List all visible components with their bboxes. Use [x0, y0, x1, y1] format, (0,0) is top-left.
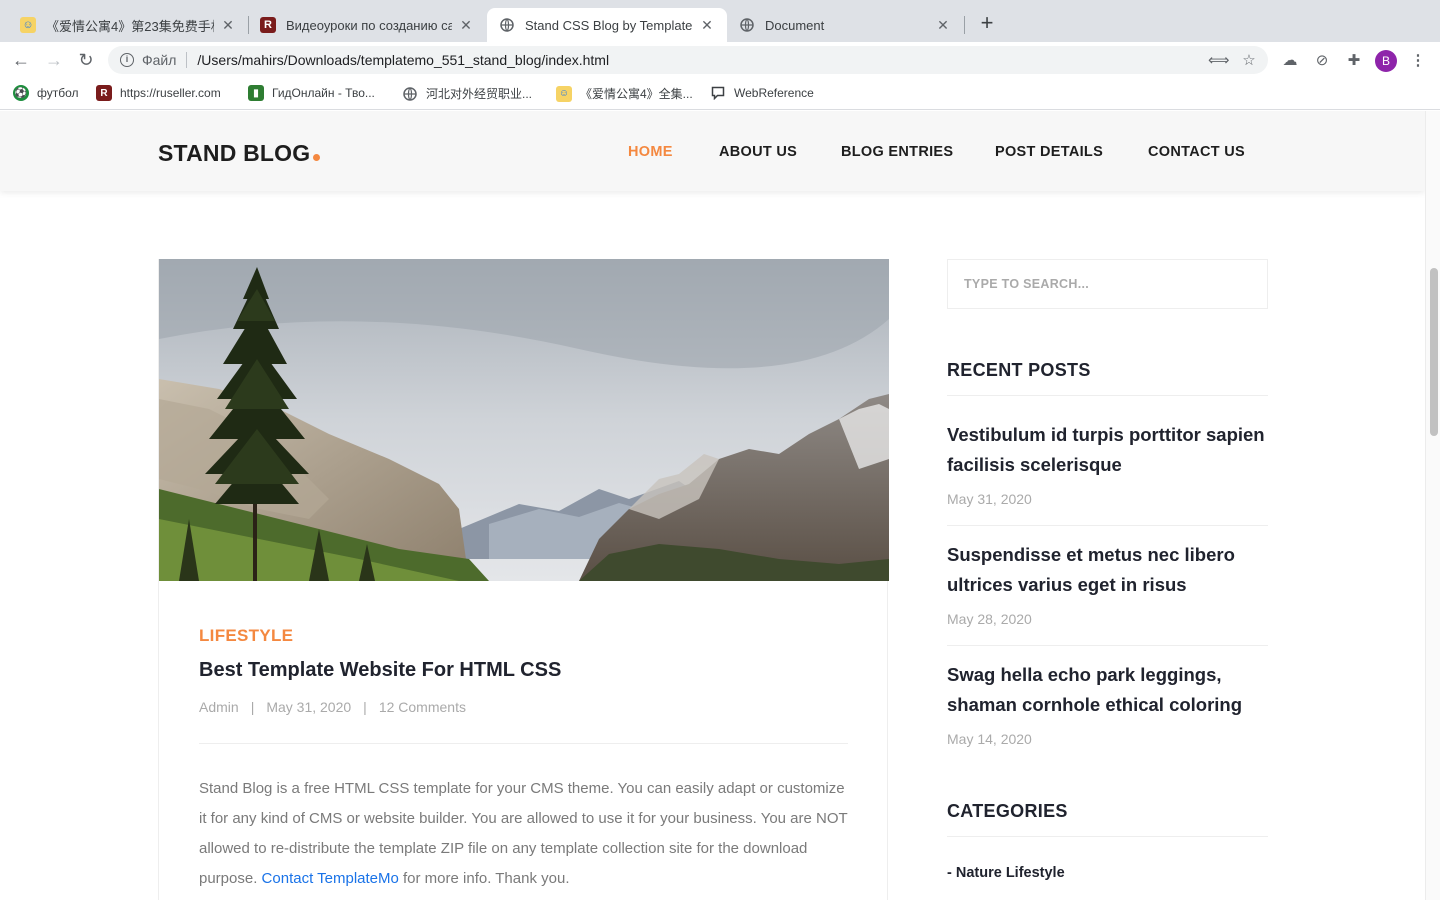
divider — [947, 395, 1268, 396]
scrollbar-thumb[interactable] — [1430, 268, 1438, 436]
nav-blog-entries[interactable]: BLOG ENTRIES — [841, 144, 953, 160]
post-title[interactable]: Best Template Website For HTML CSS — [199, 659, 561, 682]
protocol-label: Файл — [142, 52, 177, 68]
back-arrow-icon[interactable]: ← — [10, 49, 32, 71]
menu-dots-icon[interactable]: ⋮ — [1408, 51, 1428, 71]
info-icon[interactable]: i — [120, 53, 134, 67]
divider — [199, 743, 848, 744]
cartoon-favicon-icon: ☺ — [20, 17, 36, 33]
r-letter-favicon-icon: R — [260, 17, 276, 33]
tab-2[interactable]: R Видеоуроки по созданию сайтов ✕ — [248, 8, 486, 42]
cartoon-favicon-icon: ☺ — [556, 85, 572, 102]
translate-icon[interactable]: ⟺ — [1208, 52, 1230, 70]
close-icon[interactable]: ✕ — [935, 17, 951, 34]
bookmark-label: ГидОнлайн - Тво... — [272, 86, 375, 100]
close-icon[interactable]: ✕ — [458, 17, 474, 34]
divider — [947, 836, 1268, 837]
extension-disabled-icon[interactable]: ⊘ — [1312, 51, 1332, 71]
close-icon[interactable]: ✕ — [220, 17, 236, 34]
nav-about-us[interactable]: ABOUT US — [719, 144, 797, 160]
tab-title: Stand CSS Blog by TemplateMo — [525, 17, 693, 33]
bookmark-item[interactable]: ▮ ГидОнлайн - Тво... — [248, 85, 375, 101]
post-comments[interactable]: 12 Comments — [379, 699, 466, 715]
contact-templatemo-link[interactable]: Contact TemplateMo — [262, 870, 399, 887]
bookmark-item[interactable]: ⚽ футбол — [13, 85, 79, 101]
recent-post-title[interactable]: Swag hella echo park leggings, shaman co… — [947, 660, 1268, 720]
bookmark-label: WebReference — [734, 86, 814, 100]
search-input[interactable]: TYPE TO SEARCH... — [947, 259, 1268, 309]
r-letter-favicon-icon: R — [96, 85, 112, 101]
url-text[interactable]: /Users/mahirs/Downloads/templatemo_551_s… — [197, 52, 609, 68]
cloud-download-icon[interactable]: ☁ — [1280, 51, 1300, 71]
categories-heading: CATEGORIES — [947, 801, 1068, 821]
nav-contact-us[interactable]: CONTACT US — [1148, 144, 1245, 160]
bookmark-label: 《爱情公寓4》全集... — [580, 87, 693, 101]
tab-1[interactable]: ☺ 《爱情公寓4》第23集免费手机在线观看 ✕ — [8, 8, 248, 42]
logo-text: STAND BLOG — [158, 140, 311, 166]
football-icon: ⚽ — [13, 85, 29, 101]
recent-posts-heading: RECENT POSTS — [947, 360, 1091, 380]
reload-icon[interactable]: ↻ — [75, 49, 97, 71]
tab-bar: ☺ 《爱情公寓4》第23集免费手机在线观看 ✕ R Видеоуроки по … — [0, 0, 1440, 42]
globe-icon — [402, 86, 418, 102]
recent-post-title[interactable]: Suspendisse et metus nec libero ultrices… — [947, 540, 1268, 600]
bookmark-label: футбол — [37, 86, 79, 100]
site-logo[interactable]: STAND BLOG — [158, 140, 321, 167]
post-body: Stand Blog is a free HTML CSS template f… — [199, 774, 849, 894]
post-category[interactable]: LIFESTYLE — [199, 626, 293, 646]
divider — [186, 52, 188, 68]
tab-title: 《爱情公寓4》第23集免费手机在线观看 — [46, 18, 214, 34]
bookmark-item[interactable]: R https://ruseller.com — [96, 85, 221, 101]
bookmark-item[interactable]: 河北对外经贸职业... — [402, 85, 532, 102]
post-author[interactable]: Admin — [199, 699, 239, 715]
tab-4[interactable]: Document ✕ — [727, 8, 963, 42]
meta-separator: | — [363, 699, 367, 715]
tab-separator — [964, 16, 965, 34]
star-icon[interactable]: ☆ — [1240, 52, 1258, 70]
close-icon[interactable]: ✕ — [699, 17, 715, 34]
bar-chart-favicon-icon: ▮ — [248, 85, 264, 101]
bookmarks-bar: ⚽ футбол R https://ruseller.com ▮ ГидОнл… — [0, 78, 1440, 110]
site-header: STAND BLOG HOME ABOUT US BLOG ENTRIES PO… — [0, 111, 1425, 191]
bookmark-label: https://ruseller.com — [120, 86, 221, 100]
tab-active[interactable]: Stand CSS Blog by TemplateMo ✕ — [487, 8, 727, 42]
logo-dot — [313, 154, 321, 161]
globe-icon — [739, 17, 755, 33]
post-body-tail: for more info. Thank you. — [398, 870, 570, 887]
meta-separator: | — [250, 699, 255, 715]
category-item[interactable]: - Nature Lifestyle — [947, 865, 1065, 881]
post-date[interactable]: May 31, 2020 — [266, 699, 351, 715]
nav-post-details[interactable]: POST DETAILS — [995, 144, 1103, 160]
address-bar[interactable]: i Файл /Users/mahirs/Downloads/templatem… — [108, 46, 1268, 74]
divider — [947, 525, 1268, 526]
recent-post-title[interactable]: Vestibulum id turpis porttitor sapien fa… — [947, 420, 1268, 480]
forward-arrow-icon[interactable]: → — [43, 49, 65, 71]
post-meta: Admin | May 31, 2020 | 12 Comments — [199, 699, 466, 715]
recent-post-date: May 14, 2020 — [947, 731, 1032, 747]
divider — [947, 645, 1268, 646]
browser-toolbar: ← → ↻ i Файл /Users/mahirs/Downloads/tem… — [0, 42, 1440, 78]
bookmark-item[interactable]: WebReference — [710, 85, 814, 101]
page-scrollbar[interactable] — [1425, 111, 1440, 900]
bookmark-item[interactable]: ☺ 《爱情公寓4》全集... — [556, 85, 693, 102]
profile-avatar[interactable]: B — [1375, 50, 1397, 72]
bookmark-label: 河北对外经贸职业... — [426, 87, 533, 101]
tab-title: Видеоуроки по созданию сайтов — [286, 17, 452, 33]
speech-bubble-icon — [710, 85, 726, 101]
globe-icon — [499, 17, 515, 33]
new-tab-button[interactable]: + — [976, 12, 998, 35]
recent-post-date: May 31, 2020 — [947, 491, 1032, 507]
post-image-mountain-landscape[interactable] — [159, 259, 889, 581]
blog-post-card: LIFESTYLE Best Template Website For HTML… — [158, 259, 889, 900]
puzzle-extensions-icon[interactable]: ✚ — [1344, 51, 1364, 71]
nav-home[interactable]: HOME — [628, 144, 673, 160]
tab-title: Document — [765, 17, 825, 33]
page-viewport: STAND BLOG HOME ABOUT US BLOG ENTRIES PO… — [0, 111, 1425, 900]
recent-post-date: May 28, 2020 — [947, 611, 1032, 627]
